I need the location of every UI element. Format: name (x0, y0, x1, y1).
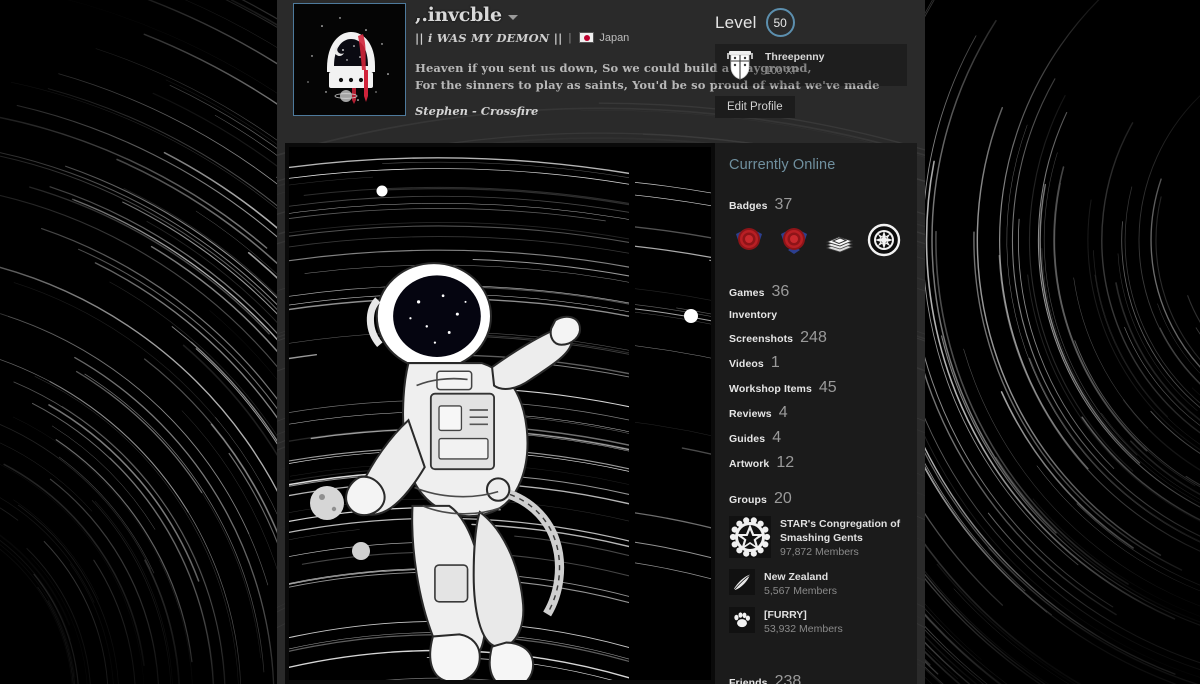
group-item[interactable]: [FURRY] 53,932 Members (729, 606, 903, 636)
stat-label: Videos (729, 358, 764, 370)
group-name: STAR's Congregation of Smashing Gents (780, 518, 901, 545)
online-status: Currently Online (729, 157, 836, 173)
stat-row[interactable]: Inventory (729, 309, 903, 321)
stat-row[interactable]: Workshop Items 45 (729, 380, 903, 396)
stat-row[interactable]: Games 36 (729, 284, 903, 300)
persona-name[interactable]: ,.invcble (415, 5, 502, 26)
favorite-badge[interactable]: Threepenny 100 XP (715, 44, 907, 86)
stat-value: 4 (778, 404, 788, 421)
stat-label: Inventory (729, 309, 778, 321)
white-book-badge-icon[interactable] (821, 222, 857, 258)
red-wax-seal-ribbon-badge-icon[interactable] (776, 222, 812, 258)
stat-row[interactable]: Reviews 4 (729, 405, 903, 421)
stat-value: 4 (772, 429, 782, 446)
group-members: 97,872 Members (780, 546, 859, 559)
red-wax-seal-badge-icon[interactable] (731, 222, 767, 258)
fern-leaf-group-icon[interactable] (729, 568, 755, 595)
japan-flag-icon (579, 32, 595, 44)
stat-value: 248 (800, 329, 827, 346)
steam-profile-page: ,.invcble || i WAS MY DEMON || | Japan H… (0, 0, 1200, 684)
showcase-main-artwork[interactable] (289, 147, 629, 680)
stat-value: 1 (770, 354, 780, 371)
stat-row[interactable]: Guides 4 (729, 430, 903, 446)
stat-row[interactable]: Screenshots 248 (729, 330, 903, 346)
separator: | (568, 31, 572, 44)
stat-value: 36 (771, 283, 790, 300)
stat-label: Screenshots (729, 333, 794, 345)
stat-row[interactable]: Badges 37 (729, 197, 903, 213)
stat-label: Games (729, 287, 765, 299)
shield-crest-icon (727, 51, 753, 80)
edit-profile-button[interactable]: Edit Profile (715, 96, 795, 118)
groups-list: STAR's Congregation of Smashing Gents 97,… (729, 516, 903, 636)
showcase-side-artwork[interactable] (635, 147, 711, 680)
stat-row[interactable]: Artwork 12 (729, 455, 903, 471)
stat-label: Badges (729, 200, 768, 212)
stat-label: Reviews (729, 408, 772, 420)
stat-label: Artwork (729, 458, 770, 470)
stat-row[interactable]: Videos 1 (729, 355, 903, 371)
groups-section: Groups 20 STAR's Congregation of Smashin… (729, 491, 903, 636)
group-item[interactable]: New Zealand 5,567 Members (729, 568, 903, 598)
group-members: 53,932 Members (764, 623, 843, 636)
stat-value: 12 (776, 454, 795, 471)
artwork-showcase[interactable] (285, 143, 715, 684)
astronaut-helmet-avatar-icon (294, 4, 405, 115)
stat-label: Guides (729, 433, 766, 445)
chevron-down-icon[interactable] (507, 15, 518, 20)
profile-right-rail: Level 50 Threepenny 100 XP Edit Profile … (715, 0, 925, 684)
country-name: Japan (599, 31, 630, 44)
group-item[interactable]: STAR's Congregation of Smashing Gents 97,… (729, 516, 903, 560)
level-value-badge: 50 (765, 8, 795, 37)
favorite-badge-xp: 100 XP (765, 65, 800, 77)
favorite-badge-title: Threepenny (765, 51, 825, 64)
stats-list: Badges 37 Games 36 Inventory Screenshots… (729, 197, 903, 471)
stat-value: 37 (774, 196, 793, 213)
friends-label: Friends (729, 677, 768, 684)
friends-count: 238 (774, 673, 802, 684)
groups-header: Groups 20 (729, 491, 903, 507)
stat-value: 45 (818, 379, 837, 396)
paw-print-group-icon[interactable] (729, 606, 755, 633)
avatar[interactable] (293, 3, 406, 116)
profile-content-column: ,.invcble || i WAS MY DEMON || | Japan H… (277, 0, 925, 684)
star-emblem-badge-icon[interactable] (866, 222, 902, 258)
badge-icons-row (731, 222, 903, 258)
stats-panel: Currently Online Badges 37 Games 36 Inve… (715, 143, 917, 684)
star-gear-group-icon[interactable] (729, 516, 771, 558)
level-label: Level (715, 12, 757, 32)
astronaut-star-trails-artwork-icon (289, 147, 629, 680)
friends-row[interactable]: Friends 238 (729, 674, 903, 684)
level-row: Level 50 (715, 8, 795, 37)
star-trails-artwork-icon (635, 147, 711, 680)
stat-label: Workshop Items (729, 383, 812, 395)
persona-flair-text: || i WAS MY DEMON || (415, 30, 563, 45)
groups-label: Groups (729, 494, 767, 506)
group-name: [FURRY] (764, 608, 807, 621)
group-name: New Zealand (764, 570, 829, 583)
group-members: 5,567 Members (764, 584, 837, 597)
groups-count: 20 (773, 490, 792, 507)
